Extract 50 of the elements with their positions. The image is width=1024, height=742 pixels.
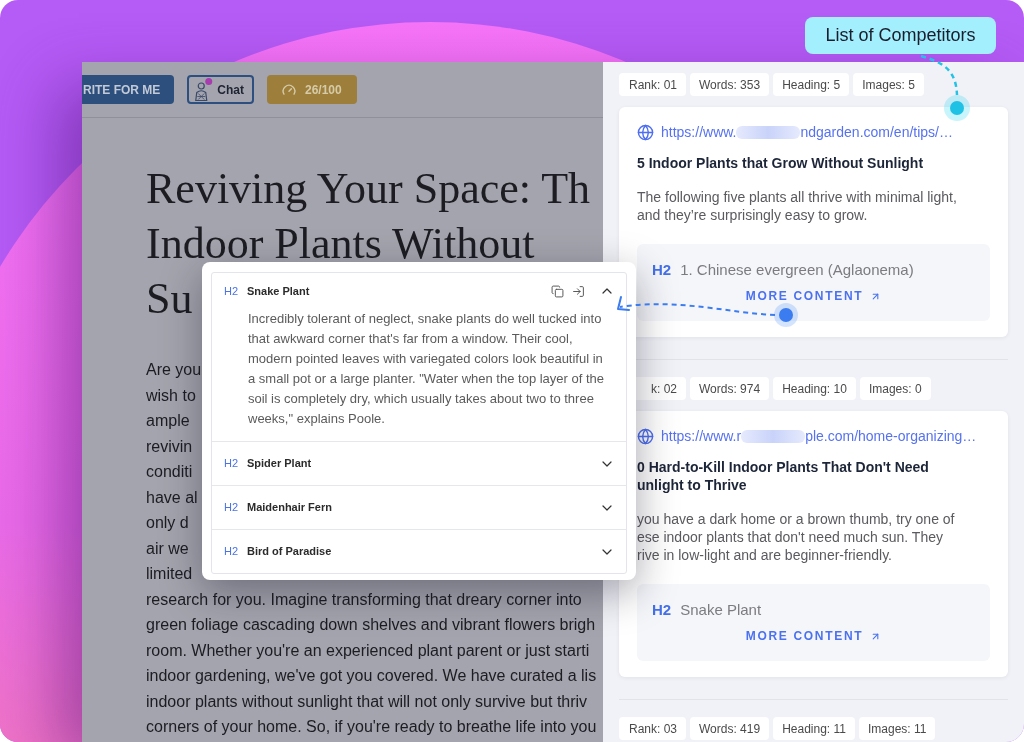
arrow-into-bracket-icon bbox=[572, 284, 585, 298]
callout-label: List of Competitors bbox=[805, 17, 996, 54]
stat-chip: Words: 419 bbox=[690, 717, 770, 740]
stat-chip: Heading: 10 bbox=[773, 377, 856, 400]
stat-chip: Images: 11 bbox=[859, 717, 936, 740]
section-title: Bird of Paradise bbox=[247, 544, 332, 560]
section-text: Incredibly tolerant of neglect, snake plants do well tucked into that awkward corner that's far from a window. Their cool, modern pointed leaves with variegated colors look beautiful in a small pot or a large planter. "Water when the top layer of the soil is completely dry, which usually takes about two to three weeks," explains Poole. bbox=[247, 310, 606, 428]
heading-level-label: H2 bbox=[652, 601, 672, 619]
article-title: Su bbox=[146, 273, 193, 325]
article-title: Reviving Your Space: Th Indoor Plants Without bbox=[146, 163, 591, 270]
result-snippet: you have a dark home or a brown thumb, try one of ese indoor plants that don't need much sun. They rive in low-light and are beginner-friendly. bbox=[637, 510, 955, 564]
globe-icon bbox=[637, 427, 654, 445]
stat-chip: Heading: 11 bbox=[773, 717, 855, 740]
globe-icon bbox=[637, 123, 654, 141]
chat-button[interactable]: Chat bbox=[187, 75, 254, 104]
insert-button[interactable] bbox=[572, 284, 585, 298]
heading-level-label: H2 bbox=[224, 500, 240, 516]
section-title: Snake Plant bbox=[247, 283, 310, 299]
url-link[interactable]: https://www.r ple.com/home-organizing… bbox=[661, 428, 977, 444]
heading-level-label: H2 bbox=[224, 283, 240, 299]
stat-chip: Images: 5 bbox=[853, 73, 924, 96]
article-text: research for you. Imagine transforming that dreary corner into green foliage cascading down shelves and vibrant flowers brigh room. Whether you're an experienced plant parent or just starti indoor gardening, we've got you covered. We have curated a lis indoor plants without sunlight that will not only survive but thriv corners of your home. So, if you're ready to breathe life into you bbox=[146, 589, 597, 737]
stat-chip: Heading: 5 bbox=[773, 73, 850, 96]
write-button[interactable]: RITE FOR ME bbox=[82, 75, 175, 104]
score-button[interactable]: 26/100 bbox=[267, 75, 357, 104]
stat-chip: Rank: 03 bbox=[619, 717, 686, 740]
stat-chip: Rank: 01 bbox=[619, 73, 686, 96]
result-snippet: The following five plants all thrive with minimal light, and they’re surprisingly easy to grow. bbox=[637, 188, 957, 224]
marker-dot-icon bbox=[944, 95, 970, 121]
gauge-icon bbox=[282, 82, 296, 97]
more-content-link[interactable]: MORE CONTENT bbox=[745, 629, 882, 643]
preview-heading: 1. Chinese evergreen (Aglaonema) bbox=[680, 261, 914, 279]
stat-chip: Images: 0 bbox=[859, 377, 931, 400]
more-content-link[interactable]: MORE CONTENT bbox=[745, 289, 882, 303]
result-title: 5 Indoor Plants that Grow Without Sunlight bbox=[637, 154, 924, 172]
robot-icon bbox=[195, 78, 214, 101]
section-title: Maidenhair Fern bbox=[247, 500, 332, 516]
heading-level-label: H2 bbox=[652, 261, 672, 279]
result-title: 0 Hard-to-Kill Indoor Plants That Don't Need unlight to Thrive bbox=[637, 458, 929, 494]
preview-heading: Snake Plant bbox=[680, 601, 762, 619]
stat-chip: Words: 353 bbox=[690, 73, 770, 96]
leader-line bbox=[920, 54, 959, 96]
heading-level-label: H2 bbox=[224, 544, 240, 560]
section-title: Spider Plant bbox=[247, 456, 312, 472]
url-link[interactable]: https://www. ndgarden.com/en/tips/… bbox=[661, 124, 953, 140]
heading-level-label: H2 bbox=[224, 456, 240, 472]
stat-chip: Words: 974 bbox=[690, 377, 770, 400]
copy-icon bbox=[551, 284, 564, 298]
marker-dot-icon bbox=[774, 303, 798, 327]
copy-button[interactable] bbox=[551, 284, 564, 298]
